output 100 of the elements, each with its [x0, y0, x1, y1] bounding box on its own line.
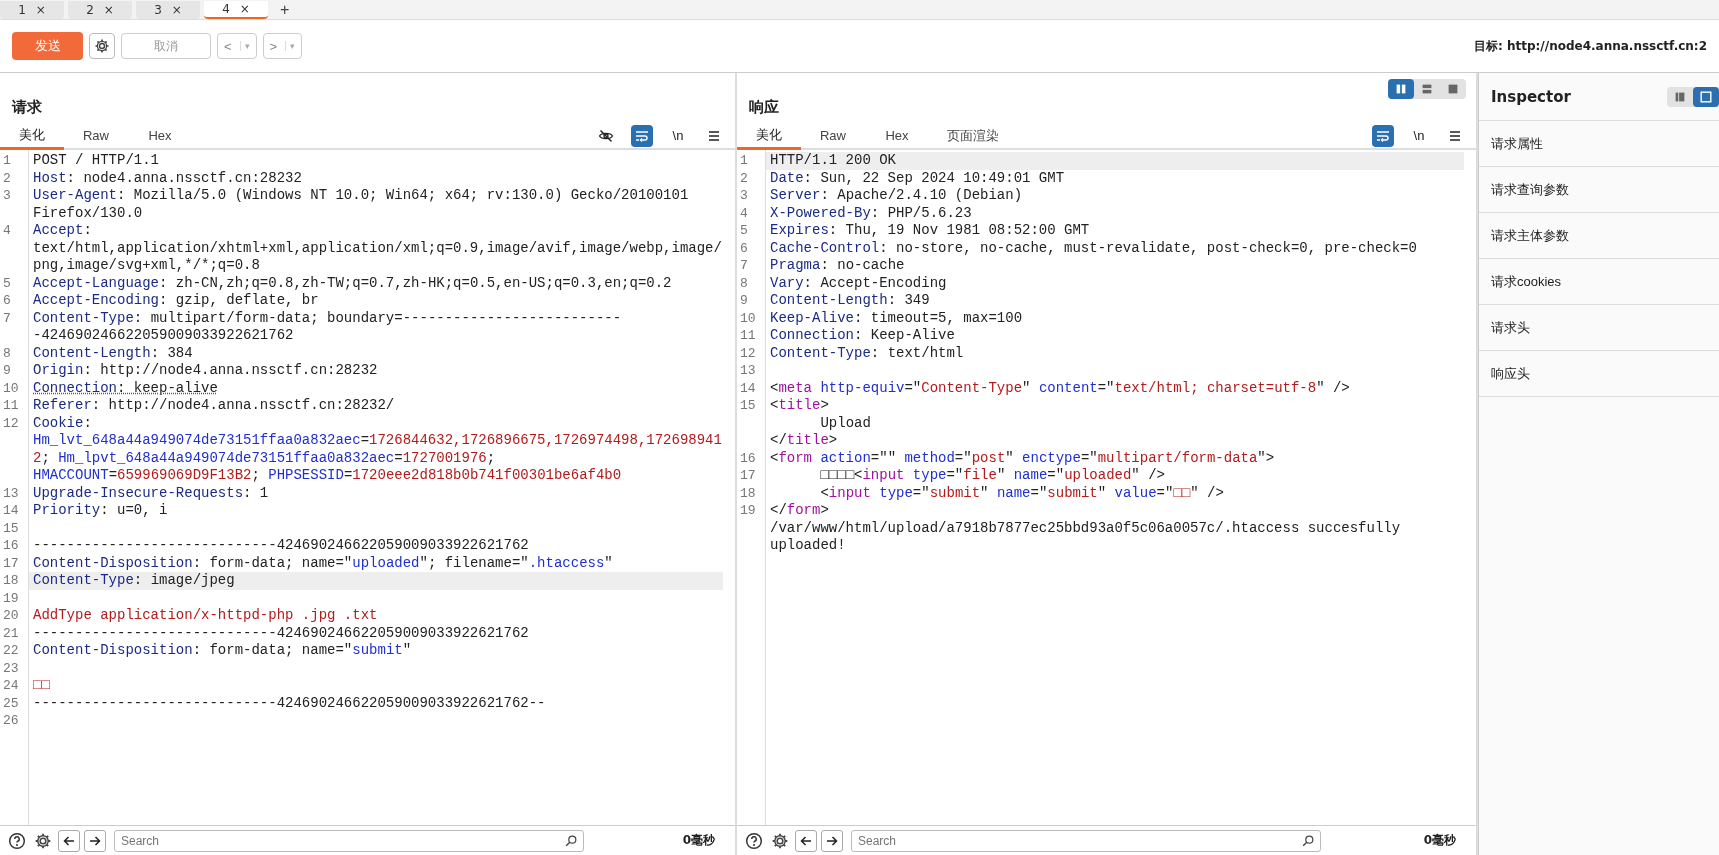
line-number: 18 — [2, 572, 20, 590]
line-number: 8 — [2, 344, 12, 362]
line-number: 2 — [2, 169, 12, 187]
line-number: 19 — [739, 502, 757, 520]
search-field[interactable]: Search — [114, 829, 584, 852]
request-tab[interactable]: 1 × — [0, 1, 64, 19]
line-number: 14 — [739, 379, 757, 397]
line-number: 20 — [2, 607, 20, 625]
line-number: 26 — [2, 712, 20, 730]
line-number: 15 — [739, 397, 757, 415]
code-line: <form action="" method="post" enctype="multipart/form-data"> — [769, 449, 1276, 467]
line-number: 17 — [2, 554, 20, 572]
code-line: Date: Sun, 22 Sep 2024 10:49:01 GMT — [769, 169, 1066, 187]
pane-title: 请求 — [12, 98, 42, 117]
line-number: 10 — [739, 309, 757, 327]
line-number: 16 — [2, 537, 20, 555]
line-number: 12 — [2, 414, 20, 433]
code-line: Origin: http://node4.anna.nssctf.cn:28232 — [32, 362, 379, 380]
line-number: 4 — [739, 204, 749, 222]
code-line: <title> Upload </title> — [769, 397, 872, 450]
wrap-icon[interactable] — [631, 124, 653, 147]
code-line: Expires: Thu, 19 Nov 1981 08:52:00 GMT — [769, 222, 1091, 240]
layout-button[interactable] — [1388, 79, 1414, 99]
code-line: Content-Disposition: form-data; name="uploaded"; filename=".htaccess" — [32, 554, 614, 572]
two-rows-icon — [1420, 82, 1434, 96]
code-line: □□□□<input type="file" name="uploaded" /> — [819, 467, 1166, 485]
code-line: Pragma: no-cache — [769, 257, 906, 275]
gear-icon — [94, 38, 110, 54]
inspector-title: Inspector — [1491, 87, 1571, 106]
search-icon — [564, 833, 578, 848]
code-line: -----------------------------424690246622059009033922621762-- — [32, 694, 547, 712]
code-line: Cookie: Hm_lvt_648a44a949074de73151ffaa0a832aec=1726844632,1726896675,1726974498,1726989412; Hm_lpvt_648a44a949074de73151ffaa0a832aec=1727001976; HMACCOUNT=659969069D9F13B2; PHPSESSID=1720eee2d818b0b741f00301be6af4b0 — [32, 414, 723, 485]
code-line: -----------------------------424690246622059009033922621762 — [32, 624, 530, 642]
line-number: 22 — [2, 642, 20, 660]
line-number: 3 — [739, 187, 749, 205]
view-tab[interactable]: Raw — [801, 123, 865, 150]
line-number: 21 — [2, 624, 20, 642]
code-line: Content-Type: text/html — [769, 344, 965, 362]
code-line: Content-Length: 349 — [769, 292, 931, 310]
line-number: 13 — [2, 484, 20, 502]
pane-title: 响应 — [749, 98, 779, 117]
line-number: 10 — [2, 379, 20, 397]
line-number: 23 — [2, 659, 20, 677]
line-number: 5 — [739, 222, 749, 240]
code-line: X-Powered-By: PHP/5.6.23 — [769, 204, 973, 222]
line-number: 12 — [739, 344, 757, 362]
line-number: 6 — [739, 239, 749, 257]
target-label: 目标: http://node4.anna.nssctf.cn:2 — [1474, 37, 1707, 55]
code-line: Content-Type: multipart/form-data; boundary=---------------------------424690246622059009033922621762 — [32, 309, 623, 345]
code-line: Cache-Control: no-store, no-cache, must-revalidate, post-check=0, pre-check=0 — [769, 239, 1418, 257]
line-number: 9 — [2, 362, 12, 380]
line-number: 25 — [2, 694, 20, 712]
code-line: □□ — [32, 677, 51, 695]
code-line: User-Agent: Mozilla/5.0 (Windows NT 10.0; Win64; x64; rv:130.0) Gecko/20100101 Firefox/130.0 — [32, 187, 690, 222]
forward-button[interactable]: > ▾ — [262, 33, 303, 59]
line-number: 18 — [739, 484, 757, 502]
view-tab[interactable]: Raw — [64, 123, 128, 150]
code-line: Host: node4.anna.nssctf.cn:28232 — [32, 169, 303, 187]
search-field[interactable]: Search — [851, 829, 1321, 852]
line-number: 8 — [739, 274, 749, 292]
code-line: Connection: Keep-Alive — [769, 327, 956, 345]
line-number: 11 — [739, 327, 757, 345]
code-line: Vary: Accept-Encoding — [769, 274, 948, 292]
code-line: Accept-Encoding: gzip, deflate, br — [32, 292, 320, 310]
code-line: POST / HTTP/1.1 — [32, 152, 161, 170]
line-number: 2 — [739, 169, 749, 187]
response-time: 0毫秒 — [1422, 832, 1457, 849]
view-tab[interactable]: Hex — [865, 123, 929, 150]
line-number: 9 — [739, 292, 749, 310]
view-tab[interactable]: 页面渲染 — [929, 123, 1017, 150]
line-number: 3 — [2, 187, 12, 205]
response-time: 0毫秒 — [681, 832, 716, 849]
square-outline-icon — [1699, 89, 1713, 104]
code-line: <input type="submit" name="submit" value="□□" /> — [819, 484, 1225, 502]
line-number: 14 — [2, 502, 20, 520]
code-line: Connection: keep-alive — [32, 379, 219, 397]
square-icon — [1446, 82, 1460, 96]
newline-toggle[interactable]: \n — [1408, 124, 1430, 147]
wrap-icon[interactable] — [1372, 124, 1394, 147]
settings-button[interactable] — [89, 33, 115, 59]
view-tab[interactable]: Hex — [128, 123, 192, 150]
code-line: Content-Length: 384 — [32, 344, 194, 362]
request-tab[interactable]: 3 × — [136, 1, 200, 19]
back-button[interactable]: < ▾ — [217, 33, 257, 59]
two-columns-icon — [1394, 82, 1408, 96]
line-number: 1 — [2, 152, 12, 170]
inspector-view-button[interactable] — [1693, 86, 1719, 107]
request-tab[interactable]: 2 × — [68, 1, 132, 19]
code-line: Content-Disposition: form-data; name="submit" — [32, 642, 413, 660]
code-line: Server: Apache/2.4.10 (Debian) — [769, 187, 1024, 205]
newline-toggle[interactable]: \n — [667, 124, 689, 147]
request-tab[interactable]: 4 × — [204, 1, 268, 19]
new-tab-button[interactable]: + — [272, 1, 298, 19]
code-line: Accept-Language: zh-CN,zh;q=0.8,zh-TW;q=0.7,zh-HK;q=0.5,en-US;q=0.3,en;q=0.2 — [32, 274, 673, 292]
code-line: Keep-Alive: timeout=5, max=100 — [769, 309, 1024, 327]
line-number: 24 — [2, 677, 20, 695]
code-line: Upgrade-Insecure-Requests: 1 — [32, 484, 270, 502]
line-number: 7 — [2, 309, 12, 328]
line-number: 6 — [2, 292, 12, 310]
line-number: 15 — [2, 519, 20, 537]
